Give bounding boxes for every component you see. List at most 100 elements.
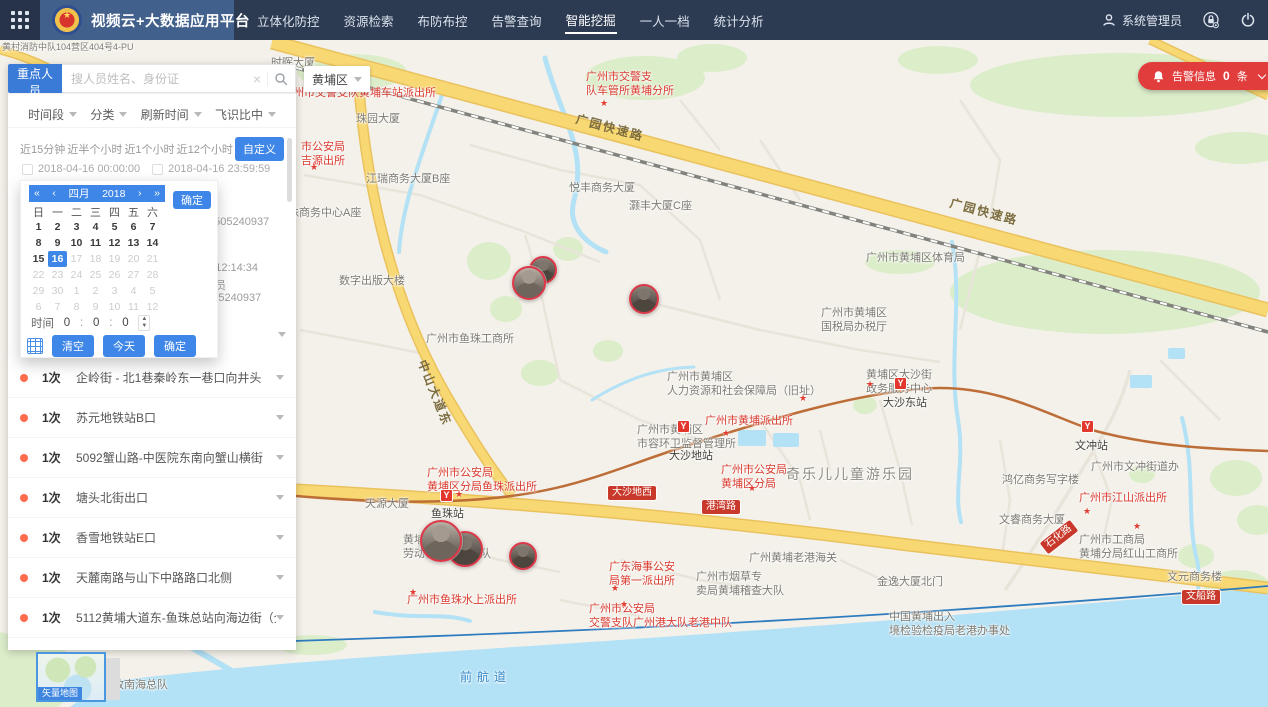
calendar-day[interactable]: 12 — [143, 299, 162, 315]
time-hour[interactable]: 0 — [62, 317, 72, 329]
chevron-down-icon — [194, 112, 202, 117]
hit-count: 1次 — [42, 409, 68, 426]
person-photo-marker-2[interactable] — [512, 266, 546, 300]
hit-count: 1次 — [42, 529, 68, 546]
user-menu[interactable]: 系统管理员 — [1102, 12, 1182, 29]
quick-range-4[interactable]: 近12个小时 — [177, 141, 233, 157]
filter-3[interactable]: 刷新时间 — [141, 106, 202, 123]
chevron-down-icon — [276, 495, 284, 500]
alert-label: 告警信息 — [1172, 68, 1216, 84]
scrollbar-thumb[interactable] — [287, 138, 292, 202]
nav-item-2[interactable]: 资源检索 — [343, 8, 395, 33]
time-second[interactable]: 0 — [120, 317, 130, 329]
calendar-day[interactable]: 10 — [105, 299, 124, 315]
chevron-down-icon — [276, 375, 284, 380]
custom-range-button[interactable]: 自定义 — [235, 137, 284, 161]
minimap-label: 矢量地图 — [38, 687, 82, 700]
filter-1[interactable]: 时间段 — [28, 106, 77, 123]
district-value: 黄埔区 — [312, 71, 348, 88]
calendar-day[interactable]: 7 — [48, 299, 67, 315]
hit-count: 1次 — [42, 569, 68, 586]
calendar-year[interactable]: 2018 — [102, 188, 125, 200]
person-photo-marker-3[interactable] — [629, 284, 659, 314]
location-name: 苏元地铁站B口 — [76, 409, 276, 426]
time-minute[interactable]: 0 — [91, 317, 101, 329]
nav-item-4[interactable]: 告警查询 — [491, 8, 543, 33]
user-name: 系统管理员 — [1122, 12, 1182, 29]
quick-range-1[interactable]: 近15分钟 — [20, 141, 65, 157]
divider — [267, 72, 268, 86]
calendar-buttons: 清空 今天 确定 — [27, 335, 196, 357]
list-item-7[interactable]: 1次 5112黄埔大道东-鱼珠总站向海边街（全） — [8, 598, 296, 638]
calendar-month[interactable]: 四月 — [69, 186, 90, 201]
next-month-icon[interactable]: › — [138, 188, 142, 199]
filter-2[interactable]: 分类 — [90, 106, 127, 123]
nav-right: 系统管理员 — [1102, 0, 1256, 40]
date-from[interactable]: 2018-04-16 00:00:00 — [22, 163, 140, 175]
chevron-down-icon — [354, 77, 362, 82]
person-type-button[interactable]: 重点人员 — [8, 64, 62, 93]
apps-grid-icon[interactable] — [0, 0, 40, 40]
list-item-2[interactable]: 1次苏元地铁站B口 — [8, 398, 296, 438]
time-row: 时间 0: 0: 0 ▲▼ — [31, 315, 150, 331]
filter-4[interactable]: 飞识比中 — [215, 106, 276, 123]
minimap-toggle[interactable]: 矢量地图 — [36, 652, 106, 702]
clear-icon[interactable]: × — [253, 72, 261, 86]
quick-range-3[interactable]: 近1个小时 — [124, 141, 174, 157]
district-select[interactable]: 黄埔区 — [304, 66, 370, 92]
status-dot-icon — [20, 534, 28, 542]
hit-count: 1次 — [42, 609, 68, 626]
time-stepper[interactable]: ▲▼ — [138, 315, 150, 331]
alert-count: 0 — [1223, 69, 1230, 83]
clear-button[interactable]: 清空 — [52, 335, 94, 357]
security-badge-icon[interactable] — [1202, 11, 1220, 29]
prev-year-icon[interactable]: « — [34, 188, 40, 199]
prev-month-icon[interactable]: ‹ — [52, 188, 56, 199]
location-name: 5112黄埔大道东-鱼珠总站向海边街（全） — [76, 609, 276, 626]
quick-range-2[interactable]: 近半个小时 — [67, 141, 122, 157]
today-button[interactable]: 今天 — [103, 335, 145, 357]
person-photo-marker-5[interactable] — [420, 520, 462, 562]
power-icon[interactable] — [1240, 12, 1256, 28]
date-to[interactable]: 2018-04-16 23:59:59 — [152, 163, 270, 175]
calendar-grid-icon[interactable] — [27, 338, 43, 354]
chevron-down-icon — [69, 112, 77, 117]
nav-menu: 立体化防控资源检索布防布控告警查询智能挖掘一人一档统计分析 — [256, 7, 765, 34]
calendar-day[interactable]: 6 — [29, 299, 48, 315]
status-dot-icon — [20, 414, 28, 422]
nav-item-6[interactable]: 一人一档 — [639, 8, 691, 33]
quick-range-row: 近15分钟近半个小时近1个小时近12个小时自定义 — [8, 137, 296, 161]
nav-item-1[interactable]: 立体化防控 — [256, 8, 321, 33]
result-list: 1次企岭街 - 北1巷秦岭东一巷口向井头1次苏元地铁站B口1次5092蟹山路-中… — [8, 358, 296, 638]
location-name: 5092蟹山路-中医院东南向蟹山横街 — [76, 449, 276, 466]
chevron-down-icon[interactable] — [278, 332, 286, 337]
status-dot-icon — [20, 374, 28, 382]
calendar-day[interactable]: 9 — [86, 299, 105, 315]
calendar-day[interactable]: 11 — [124, 299, 143, 315]
calendar-day[interactable]: 8 — [67, 299, 86, 315]
location-name: 企岭街 - 北1巷秦岭东一巷口向井头 — [76, 369, 276, 386]
calendar-confirm-button[interactable]: 确定 — [173, 191, 211, 209]
search-row: 重点人员 × — [8, 64, 296, 94]
nav-item-3[interactable]: 布防布控 — [417, 8, 469, 33]
next-year-icon[interactable]: » — [154, 188, 160, 199]
list-item-1[interactable]: 1次企岭街 - 北1巷秦岭东一巷口向井头 — [8, 358, 296, 398]
list-item-4[interactable]: 1次塘头北街出口 — [8, 478, 296, 518]
chevron-down-icon — [119, 112, 127, 117]
search-input[interactable] — [69, 71, 247, 87]
ok-button[interactable]: 确定 — [154, 335, 196, 357]
app-title: 视频云+大数据应用平台 — [91, 10, 250, 31]
list-item-6[interactable]: 1次天麓南路与山下中路路口北侧 — [8, 558, 296, 598]
person-photo-marker-6[interactable] — [509, 542, 537, 570]
nav-item-5[interactable]: 智能挖掘 — [565, 7, 617, 34]
top-nav: ★ 视频云+大数据应用平台 立体化防控资源检索布防布控告警查询智能挖掘一人一档统… — [0, 0, 1268, 40]
time-label: 时间 — [31, 315, 54, 331]
location-name: 塘头北街出口 — [76, 489, 276, 506]
nav-item-7[interactable]: 统计分析 — [713, 8, 765, 33]
chevron-down-icon — [276, 575, 284, 580]
search-icon[interactable] — [274, 72, 288, 86]
chevron-down-icon[interactable] — [1257, 70, 1265, 78]
alert-bar[interactable]: 告警信息 0 条 — [1138, 62, 1268, 90]
list-item-3[interactable]: 1次5092蟹山路-中医院东南向蟹山横街 — [8, 438, 296, 478]
list-item-5[interactable]: 1次香雪地铁站E口 — [8, 518, 296, 558]
